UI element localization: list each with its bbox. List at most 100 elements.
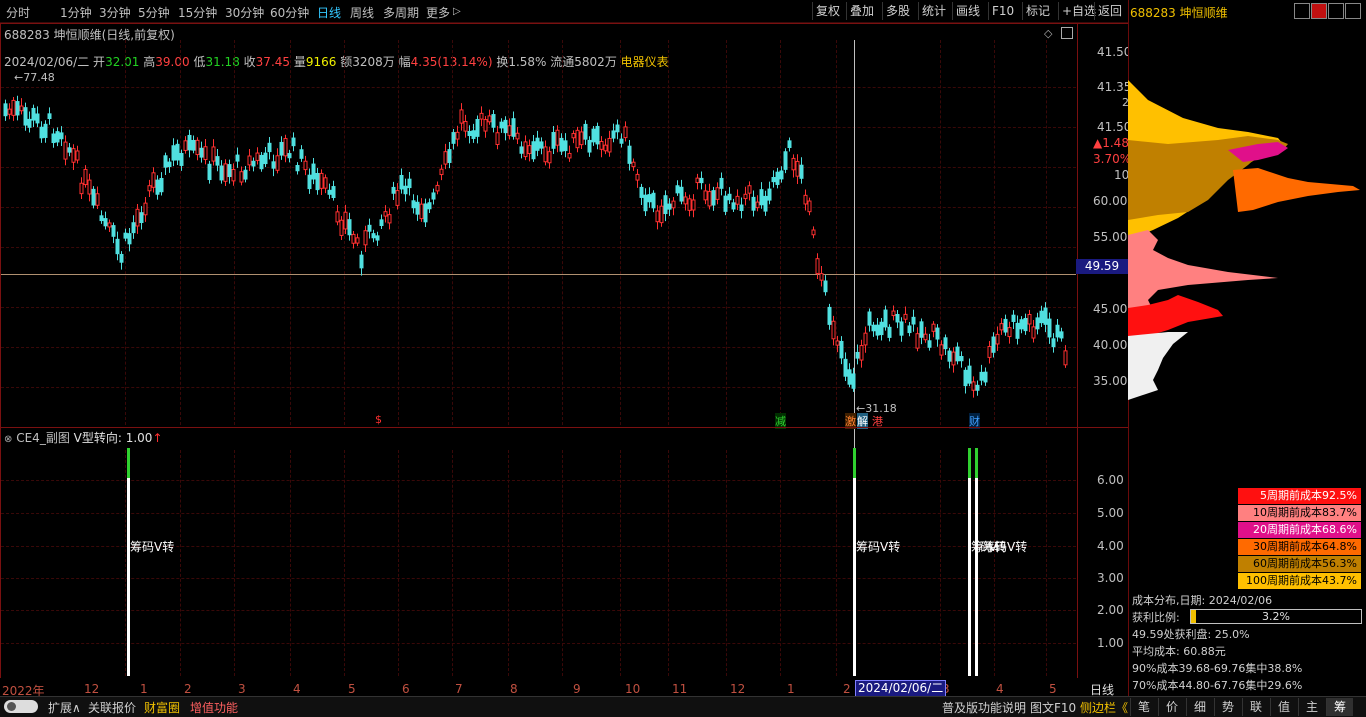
tab-detail[interactable]: 细	[1186, 698, 1213, 716]
x-axis	[0, 678, 1128, 696]
candle-body	[423, 203, 428, 223]
y-tick: 3.70%	[1093, 152, 1132, 166]
x-tick: 2	[843, 682, 851, 696]
candle-body	[539, 141, 544, 149]
candle-body	[551, 132, 556, 149]
candle-body	[83, 168, 88, 186]
tab-value[interactable]: 值	[1270, 698, 1297, 716]
candle-body	[335, 211, 340, 223]
candle-body	[243, 169, 248, 180]
candle-body	[155, 179, 160, 195]
signal-bar	[127, 478, 130, 676]
signal-bar	[853, 478, 856, 676]
candle-body	[75, 150, 80, 161]
candle-body	[863, 332, 868, 346]
sub-y-tick: 3.00	[1097, 571, 1124, 585]
candle-body	[663, 195, 668, 215]
candle-body	[255, 152, 260, 161]
candle-body	[7, 108, 12, 115]
candle-body	[523, 141, 528, 158]
tab-link[interactable]: 联	[1242, 698, 1269, 716]
tab-trend[interactable]: 势	[1214, 698, 1241, 716]
candle-body	[355, 237, 360, 244]
candle-body	[451, 132, 456, 144]
candle-body	[735, 195, 740, 205]
candle-body	[787, 140, 792, 149]
candle-body	[963, 369, 968, 387]
candle-body	[327, 189, 332, 195]
expand-button[interactable]: 扩展∧	[48, 699, 81, 716]
wealth-circle-button[interactable]: 财富圈	[144, 699, 180, 716]
candle-body	[347, 219, 352, 236]
panel-icon-c[interactable]	[1328, 3, 1344, 19]
candle-body	[67, 147, 72, 153]
value-added-button[interactable]: 增值功能	[190, 699, 238, 716]
candle-body	[695, 177, 700, 184]
sub-y-tick: 4.00	[1097, 539, 1124, 553]
candle-body	[431, 192, 436, 200]
candle-body	[19, 105, 24, 112]
candle-body	[923, 333, 928, 341]
signal-bar-top	[853, 448, 856, 478]
candle-body	[831, 320, 836, 340]
candle-body	[875, 324, 880, 336]
candle-body	[1051, 338, 1056, 348]
candle-body	[655, 210, 660, 223]
candle-body	[267, 142, 272, 153]
tab-chips[interactable]: 筹	[1326, 698, 1353, 716]
legend-row: 10周期前成本83.7%	[1238, 505, 1361, 521]
sub-y-tick: 1.00	[1097, 636, 1124, 650]
candle-body	[3, 103, 8, 117]
x-tick: 9	[573, 682, 581, 696]
candle-body	[1027, 313, 1032, 325]
candle-body	[711, 190, 716, 206]
panel-icon-b[interactable]	[1311, 3, 1327, 19]
candle-body	[175, 143, 180, 161]
candle-body	[339, 219, 344, 236]
candle-body	[503, 119, 508, 134]
candle-body	[935, 327, 940, 340]
back-button[interactable]: 返回	[1094, 2, 1125, 20]
candle-body	[211, 146, 216, 162]
signal-label: 筹码V转	[130, 540, 175, 554]
candle-body	[843, 358, 848, 377]
tab-trades[interactable]: 笔	[1130, 698, 1157, 716]
candle-body	[387, 214, 392, 224]
event-marker[interactable]: $	[375, 413, 382, 426]
legend-row: 20周期前成本68.6%	[1238, 522, 1361, 538]
toggle-switch[interactable]	[4, 700, 38, 713]
candle-body	[63, 141, 68, 160]
candle-body	[131, 222, 136, 234]
candle-body	[23, 107, 28, 126]
tab-price[interactable]: 价	[1158, 698, 1185, 716]
sub-y-tick: 2.00	[1097, 603, 1124, 617]
candle-body	[39, 126, 44, 139]
candle-body	[995, 333, 1000, 345]
candle-body	[463, 121, 468, 132]
candle-body	[983, 371, 988, 383]
candle-body	[283, 138, 288, 157]
panel-icon-d[interactable]	[1345, 3, 1361, 19]
candle-body	[727, 193, 732, 201]
f10-link[interactable]: 图文F10	[1030, 699, 1076, 716]
help-link[interactable]: 普及版功能说明	[942, 699, 1026, 716]
candlestick-chart[interactable]	[0, 0, 1076, 426]
chip-shape-base	[1128, 332, 1188, 400]
candle-body	[799, 164, 804, 179]
candle-body	[887, 326, 892, 338]
candle-body	[771, 177, 776, 183]
candle-body	[683, 196, 688, 205]
tab-main[interactable]: 主	[1298, 698, 1325, 716]
related-quote-button[interactable]: 关联报价	[88, 699, 136, 716]
y-tick: 35.00	[1093, 374, 1128, 388]
x-tick: 10	[625, 682, 641, 696]
candle-body	[319, 172, 324, 189]
panel-icon-a[interactable]	[1294, 3, 1310, 19]
sidebar-toggle[interactable]: 侧边栏《	[1080, 699, 1128, 716]
signal-bar	[968, 478, 971, 676]
candle-body	[139, 212, 144, 224]
candle-body	[703, 190, 708, 201]
candle-body	[659, 205, 664, 224]
candle-body	[575, 129, 580, 149]
candle-body	[627, 145, 632, 164]
